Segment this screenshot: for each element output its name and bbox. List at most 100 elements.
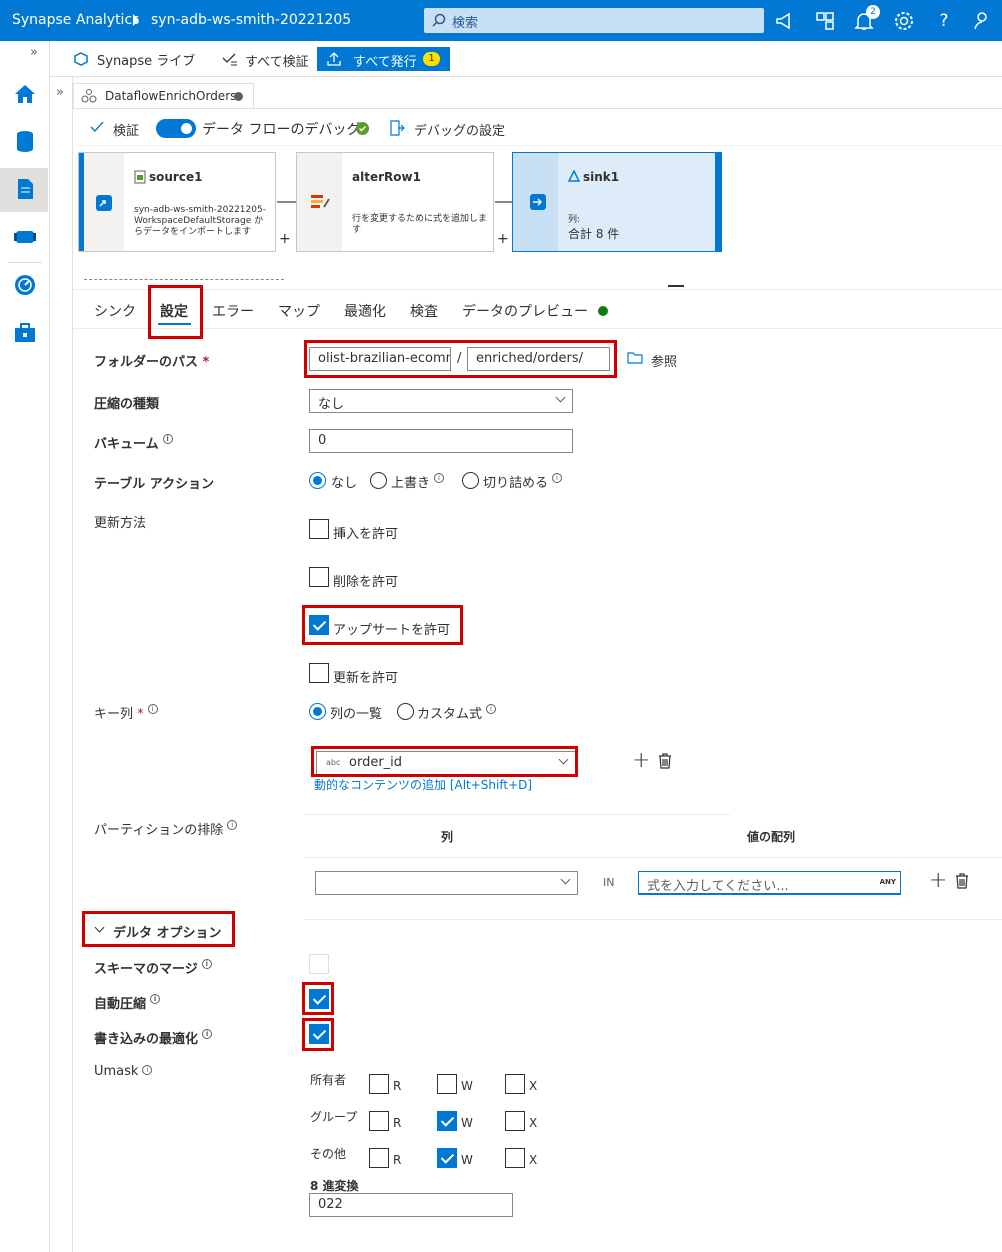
in-operator: IN: [603, 876, 615, 889]
tab-mapping[interactable]: マップ: [278, 301, 320, 321]
brand-link[interactable]: Synapse Analytics: [12, 12, 139, 28]
source-icon: [96, 195, 112, 211]
group-r-checkbox[interactable]: [369, 1111, 389, 1131]
synapse-live-button[interactable]: Synapse ライブ: [97, 50, 195, 69]
debug-settings-icon: [390, 120, 405, 136]
octal-label: 8 進変換: [310, 1179, 359, 1193]
delete-partition-icon[interactable]: [955, 873, 969, 889]
expand-nav-icon[interactable]: »: [30, 45, 38, 60]
table-action-overwrite-radio[interactable]: [370, 472, 387, 489]
highlight-key-column: [311, 746, 578, 777]
info-icon: i: [162, 434, 173, 444]
partition-table-bottom: [304, 919, 1002, 920]
info-icon: i: [227, 820, 238, 830]
validate-button[interactable]: 検証: [113, 120, 139, 139]
allow-delete-checkbox[interactable]: [309, 567, 329, 587]
compression-value: なし: [318, 397, 345, 412]
group-x-label: X: [529, 1116, 538, 1130]
data-hub-icon[interactable]: [12, 128, 38, 154]
vacuum-input[interactable]: 0: [309, 429, 573, 453]
owner-r-checkbox[interactable]: [369, 1074, 389, 1094]
others-x-checkbox[interactable]: [505, 1148, 525, 1168]
delta-options-header[interactable]: デルタ オプション: [113, 922, 222, 941]
directory-switch-icon[interactable]: [813, 9, 837, 33]
browse-button[interactable]: 参照: [651, 351, 677, 370]
tab-dataflow[interactable]: DataflowEnrichOrders: [73, 83, 254, 109]
others-r-checkbox[interactable]: [369, 1148, 389, 1168]
add-after-source-icon[interactable]: +: [279, 231, 291, 247]
subtabs-bottom-border: [73, 328, 1002, 329]
key-custom-radio[interactable]: [397, 703, 414, 720]
feedback-icon[interactable]: [971, 9, 995, 33]
tab-sink[interactable]: シンク: [94, 301, 136, 321]
tab-data-preview[interactable]: データのプレビュー: [462, 301, 588, 321]
umask-owner-label: 所有者: [310, 1073, 347, 1087]
preview-status-dot: [598, 306, 608, 316]
partition-pruning-label: パーティションの排除 i: [94, 819, 238, 838]
collapse-resources-icon[interactable]: »: [56, 85, 64, 100]
tab-optimize[interactable]: 最適化: [344, 301, 386, 321]
integrate-hub-icon[interactable]: [12, 224, 38, 250]
partition-values-input[interactable]: 式を入力してください... ANY: [638, 871, 901, 895]
editor-panel: [72, 77, 1002, 1252]
add-key-icon[interactable]: +: [632, 748, 650, 773]
compression-select[interactable]: なし: [309, 389, 573, 413]
add-after-alter-icon[interactable]: +: [497, 231, 509, 247]
debug-settings-button[interactable]: デバッグの設定: [414, 120, 505, 139]
sink-cols-label: 列:: [568, 215, 581, 225]
manage-hub-icon[interactable]: [12, 320, 38, 346]
unsaved-dot-icon[interactable]: [234, 92, 243, 101]
others-r-label: R: [393, 1153, 402, 1167]
group-w-checkbox[interactable]: [437, 1111, 457, 1131]
workspace-link[interactable]: syn-adb-ws-smith-20221205: [151, 12, 351, 28]
owner-x-checkbox[interactable]: [505, 1074, 525, 1094]
partition-column-select[interactable]: [315, 871, 578, 895]
delete-key-icon[interactable]: [658, 753, 672, 769]
publish-all-button[interactable]: すべて発行 1: [317, 47, 450, 71]
others-w-checkbox[interactable]: [437, 1148, 457, 1168]
panel-resize-handle[interactable]: [668, 285, 684, 287]
table-action-none-radio[interactable]: [309, 472, 326, 489]
allow-insert-checkbox[interactable]: [309, 519, 329, 539]
alterrow1-node[interactable]: alterRow1 行を変更するために式を追加します: [296, 152, 494, 252]
table-action-truncate-radio[interactable]: [462, 472, 479, 489]
develop-hub-icon[interactable]: [12, 176, 38, 202]
sink1-node[interactable]: sink1 列: 合計 8 件: [512, 152, 722, 252]
compression-label: 圧縮の種類: [94, 397, 160, 412]
dataflow-icon: [81, 89, 97, 103]
chevron-down-icon[interactable]: ⌄: [183, 50, 191, 61]
chevron-down-icon: [555, 392, 566, 403]
tab-inspect[interactable]: 検査: [410, 301, 438, 321]
group-x-checkbox[interactable]: [505, 1111, 525, 1131]
allow-update-checkbox[interactable]: [309, 663, 329, 683]
partition-table-top: [304, 814, 730, 815]
debug-toggle[interactable]: [156, 119, 196, 138]
search-placeholder: 検索: [452, 16, 479, 31]
source1-node[interactable]: source1 syn-adb-ws-smith-20221205-Worksp…: [78, 152, 276, 252]
group-r-label: R: [393, 1116, 402, 1130]
octal-input[interactable]: 022: [309, 1193, 513, 1217]
key-custom-label: カスタム式 i: [417, 703, 497, 722]
home-icon[interactable]: [12, 81, 38, 107]
monitor-hub-icon[interactable]: [12, 272, 38, 298]
tab-errors[interactable]: エラー: [212, 301, 254, 321]
update-method-label: 更新方法: [94, 516, 147, 531]
notification-badge: 2: [866, 5, 880, 19]
alter-row-icon: [311, 195, 330, 208]
search-input[interactable]: 検索: [424, 8, 764, 33]
highlight-upsert: [302, 605, 463, 645]
validate-all-button[interactable]: すべて検証: [245, 51, 309, 70]
auto-compact-label: 自動圧縮 i: [94, 993, 161, 1012]
storage-file-icon: [134, 170, 146, 184]
add-partition-icon[interactable]: +: [929, 868, 947, 893]
settings-gear-icon[interactable]: [892, 9, 916, 33]
others-x-label: X: [529, 1153, 538, 1167]
owner-w-checkbox[interactable]: [437, 1074, 457, 1094]
help-icon[interactable]: ?: [932, 9, 956, 33]
key-list-radio[interactable]: [309, 703, 326, 720]
search-icon: [432, 13, 446, 27]
dynamic-content-link[interactable]: 動的なコンテンツの追加 [Alt+Shift+D]: [314, 776, 532, 793]
highlight-auto-compact: [302, 982, 334, 1015]
schema-merge-checkbox[interactable]: [309, 954, 329, 974]
announcement-icon[interactable]: [773, 9, 797, 33]
